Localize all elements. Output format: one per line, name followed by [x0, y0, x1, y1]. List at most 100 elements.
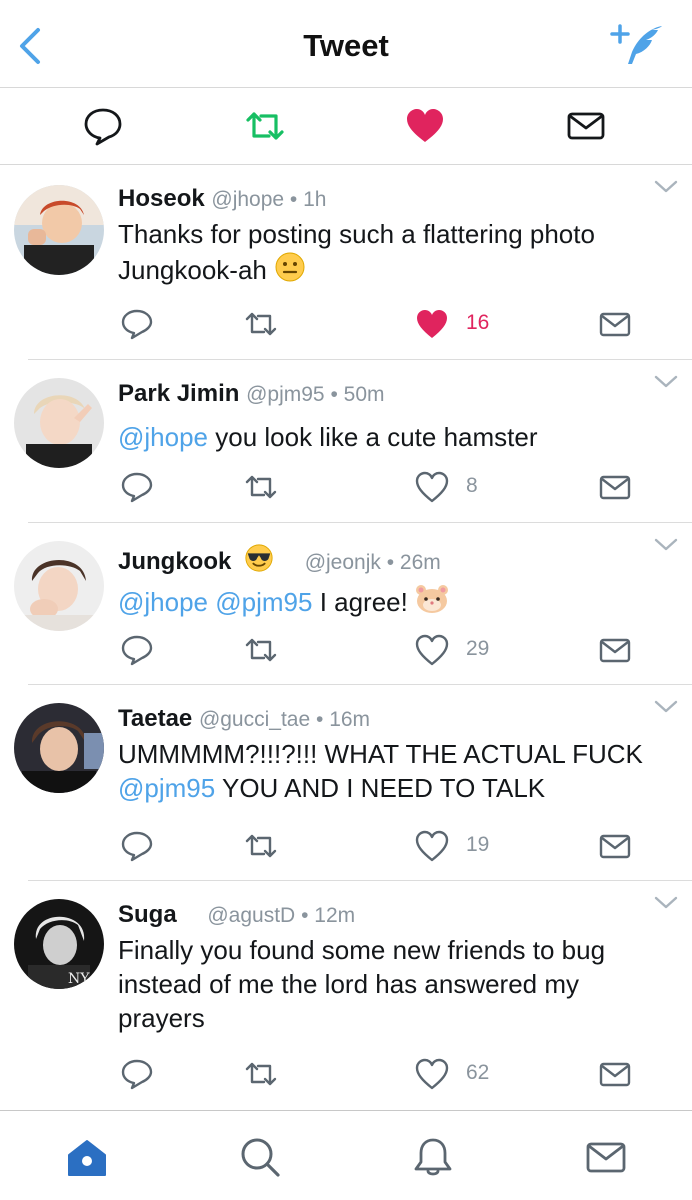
reply-icon[interactable] [120, 633, 154, 667]
reply-icon[interactable] [120, 307, 154, 341]
like-count: 8 [466, 474, 478, 497]
sunglasses-emoji [245, 544, 273, 572]
tweet-header: Hoseok @jhope • 1h [118, 185, 326, 213]
chevron-down-icon[interactable] [652, 893, 680, 913]
svg-text:NY: NY [68, 971, 90, 987]
chevron-down-icon[interactable] [652, 177, 680, 197]
tweet-text: UMMMMM?!!!?!!! WHAT THE ACTUAL FUCK @pjm… [118, 737, 683, 805]
display-name[interactable]: Jungkook [118, 548, 231, 575]
retweet-icon[interactable] [244, 633, 278, 667]
neutral-face-emoji [275, 252, 305, 282]
timestamp: 26m [399, 551, 441, 574]
bell-icon[interactable] [411, 1135, 455, 1179]
mention-link[interactable]: @pjm95 [215, 587, 312, 617]
heart-icon[interactable] [415, 633, 449, 667]
tweet-text: @jhope you look like a cute hamster [118, 420, 683, 454]
chevron-down-icon[interactable] [652, 697, 680, 717]
tweet-text: Finally you found some new friends to bu… [118, 933, 683, 1035]
heart-filled-icon[interactable] [415, 307, 449, 341]
compose-tweet-icon[interactable] [610, 22, 666, 70]
tweet-header: Park Jimin @pjm95 • 50m [118, 380, 385, 408]
home-icon[interactable] [65, 1135, 109, 1179]
retweet-icon[interactable] [244, 470, 278, 504]
username[interactable]: @pjm95 [246, 383, 325, 406]
retweet-icon[interactable] [244, 1057, 278, 1091]
heart-filled-icon[interactable] [405, 106, 445, 146]
timestamp: 16m [329, 708, 371, 731]
avatar[interactable] [14, 703, 104, 793]
bottom-tab-bar [0, 1110, 692, 1200]
tweet-actions: 29 [0, 633, 692, 669]
separator-dot: • [316, 708, 324, 731]
username[interactable]: @gucci_tae [199, 708, 310, 731]
avatar[interactable] [14, 185, 104, 275]
separator-dot: • [330, 383, 338, 406]
display-name[interactable]: Taetae [118, 705, 192, 732]
tweet-item[interactable]: NY Suga @agustD • 12m Finally you found … [0, 881, 692, 1110]
envelope-icon[interactable] [598, 1057, 632, 1091]
display-name[interactable]: Hoseok [118, 185, 205, 212]
tweet-item[interactable]: Jungkook @jeonjk • 26m @jhope @pjm95 I a… [0, 523, 692, 685]
mention-link[interactable]: @pjm95 [118, 773, 215, 803]
avatar[interactable]: NY [14, 899, 104, 989]
envelope-icon[interactable] [584, 1135, 628, 1179]
like-count: 19 [466, 833, 490, 856]
envelope-icon[interactable] [598, 470, 632, 504]
retweet-icon[interactable] [244, 307, 278, 341]
tweet-item[interactable]: Park Jimin @pjm95 • 50m @jhope you look … [0, 360, 692, 523]
tweet-text: Thanks for posting such a flattering pho… [118, 217, 683, 287]
tweet-text-line: instead of me the lord has answered my [118, 969, 580, 999]
tweet-actions: 16 [0, 307, 692, 343]
envelope-icon[interactable] [598, 307, 632, 341]
heart-icon[interactable] [415, 470, 449, 504]
hamster-emoji [416, 585, 449, 613]
chevron-down-icon[interactable] [652, 535, 680, 555]
tweet-header: Suga @agustD • 12m [118, 901, 355, 929]
heart-icon[interactable] [415, 1057, 449, 1091]
tweet-actions: 19 [0, 829, 692, 865]
tweet-text-line: prayers [118, 1003, 205, 1033]
tweet-actions: 8 [0, 470, 692, 506]
tweet-text-line: Thanks for posting such a flattering pho… [118, 219, 595, 249]
username[interactable]: @agustD [207, 904, 295, 927]
page-title: Tweet [303, 28, 389, 63]
username[interactable]: @jhope [211, 188, 284, 211]
heart-icon[interactable] [415, 829, 449, 863]
like-count: 62 [466, 1061, 490, 1084]
mention-link[interactable]: @jhope [118, 422, 208, 452]
tweet-text: @jhope @pjm95 I agree! [118, 583, 683, 619]
tweet-action-bar [0, 88, 692, 165]
display-name[interactable]: Park Jimin [118, 380, 239, 407]
timestamp: 1h [303, 188, 327, 211]
avatar[interactable] [14, 378, 104, 468]
mention-link[interactable]: @jhope [118, 587, 208, 617]
tweet-header: Jungkook @jeonjk • 26m [118, 543, 441, 576]
envelope-icon[interactable] [598, 633, 632, 667]
chevron-down-icon[interactable] [652, 372, 680, 392]
retweet-icon[interactable] [245, 106, 285, 146]
tweet-header: Taetae @gucci_tae • 16m [118, 705, 370, 733]
tweet-item[interactable]: Taetae @gucci_tae • 16m UMMMMM?!!!?!!! W… [0, 685, 692, 881]
reply-icon[interactable] [120, 470, 154, 504]
reply-icon[interactable] [120, 1057, 154, 1091]
separator-dot: • [301, 904, 309, 927]
search-icon[interactable] [238, 1135, 282, 1179]
tweet-item[interactable]: Hoseok @jhope • 1h Thanks for posting su… [0, 165, 692, 360]
like-count: 16 [466, 311, 490, 334]
username[interactable]: @jeonjk [305, 551, 381, 574]
tweet-text-run: I agree! [312, 587, 416, 617]
tweet-text-line: UMMMMM?!!!?!!! WHAT THE ACTUAL FUCK [118, 739, 643, 769]
envelope-icon[interactable] [598, 829, 632, 863]
timestamp: 50m [343, 383, 385, 406]
separator-dot: • [386, 551, 395, 574]
envelope-icon[interactable] [566, 106, 606, 146]
reply-icon[interactable] [120, 829, 154, 863]
retweet-icon[interactable] [244, 829, 278, 863]
timestamp: 12m [314, 904, 356, 927]
display-name[interactable]: Suga [118, 901, 177, 928]
reply-icon[interactable] [83, 106, 123, 146]
avatar[interactable] [14, 541, 104, 631]
tweet-text-line: Finally you found some new friends to bu… [118, 935, 606, 965]
separator-dot: • [289, 188, 298, 211]
tweet-text-run: YOU AND I NEED TO TALK [215, 773, 546, 803]
